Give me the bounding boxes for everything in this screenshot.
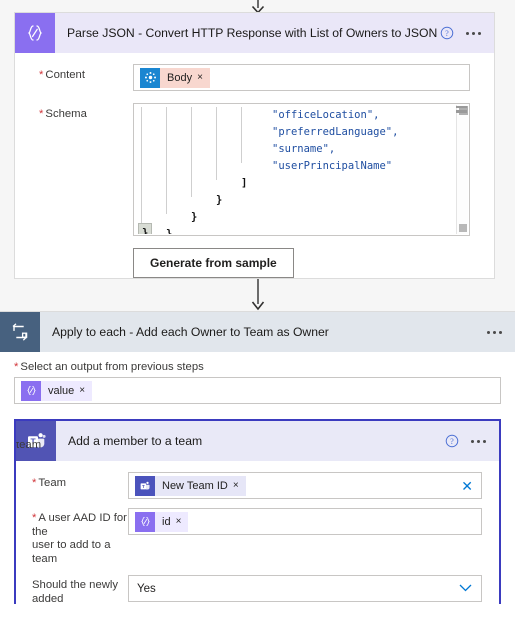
code-line-9: } bbox=[137, 223, 153, 234]
code-line-6: } bbox=[216, 194, 223, 206]
help-circle-icon[interactable]: ? bbox=[445, 434, 459, 448]
owner-label-line1: Should the newly added bbox=[32, 579, 119, 605]
apply-to-each-body: * Select an output from previous steps va… bbox=[0, 352, 515, 617]
code-line-4: "userPrincipalName" bbox=[272, 160, 393, 172]
user-aad-id-input[interactable]: id × bbox=[128, 508, 482, 535]
flow-designer-canvas: Parse JSON - Convert HTTP Response with … bbox=[0, 0, 515, 617]
owner-label-line2: user be an owner of the bbox=[32, 606, 119, 607]
generate-spacer bbox=[15, 248, 133, 252]
svg-text:T: T bbox=[142, 483, 145, 488]
token-value-remove[interactable]: × bbox=[79, 380, 93, 401]
owner-dropdown-value: Yes bbox=[137, 582, 156, 595]
add-member-card[interactable]: T Add a member to a team ? * Team T New … bbox=[14, 419, 501, 617]
required-asterisk: * bbox=[32, 512, 37, 524]
add-member-header-actions: ? bbox=[445, 434, 499, 448]
microsoft-teams-icon: T bbox=[16, 421, 56, 461]
parse-json-card-header[interactable]: Parse JSON - Convert HTTP Response with … bbox=[15, 13, 494, 53]
token-value[interactable]: value × bbox=[21, 380, 93, 401]
user-aad-id-field-row: * A user AAD ID for the user to add to a … bbox=[16, 499, 499, 566]
ellipsis-icon[interactable] bbox=[487, 325, 502, 339]
code-line-1: "officeLocation", bbox=[272, 109, 380, 121]
code-line-8: } bbox=[166, 228, 173, 234]
expression-braces-icon bbox=[135, 511, 155, 532]
resize-handle-icon[interactable] bbox=[456, 106, 467, 113]
svg-text:?: ? bbox=[450, 437, 454, 446]
schema-scroll-corner bbox=[459, 224, 467, 232]
required-asterisk: * bbox=[14, 361, 19, 373]
output-select-input[interactable]: value × bbox=[14, 377, 501, 404]
generate-button-row: Generate from sample bbox=[15, 236, 494, 278]
schema-code-editor[interactable]: "officeLocation", "preferredLanguage", "… bbox=[133, 103, 470, 236]
required-asterisk: * bbox=[39, 108, 44, 120]
add-member-title: Add a member to a team bbox=[68, 434, 203, 448]
content-field-label: * Content bbox=[39, 69, 85, 81]
user-aad-id-label-line2: user to add to a team bbox=[32, 539, 111, 565]
expression-braces-icon bbox=[15, 13, 55, 53]
azure-ad-icon bbox=[140, 67, 160, 88]
owner-dropdown[interactable]: Yes bbox=[128, 575, 482, 602]
team-field-row: * Team T New Team ID × ✕ bbox=[16, 461, 499, 499]
help-circle-icon[interactable]: ? bbox=[440, 26, 454, 40]
required-asterisk: * bbox=[39, 69, 44, 81]
loop-icon bbox=[0, 312, 40, 352]
ellipsis-icon[interactable] bbox=[471, 434, 486, 448]
owner-field-row: Should the newly added user be an owner … bbox=[16, 566, 499, 607]
team-field-wrap: T New Team ID × ✕ bbox=[128, 472, 499, 499]
parse-json-card[interactable]: Parse JSON - Convert HTTP Response with … bbox=[14, 12, 495, 279]
connector-arrow-middle bbox=[0, 279, 515, 311]
schema-field-wrap: "officeLocation", "preferredLanguage", "… bbox=[133, 103, 494, 236]
owner-label-line3-clipped: team bbox=[16, 442, 42, 448]
content-input[interactable]: Body × bbox=[133, 64, 470, 91]
schema-field-label: * Schema bbox=[39, 108, 87, 120]
token-id-remove[interactable]: × bbox=[175, 511, 189, 532]
chevron-down-icon[interactable] bbox=[459, 583, 472, 595]
team-input[interactable]: T New Team ID × ✕ bbox=[128, 472, 482, 499]
apply-to-each-card[interactable]: Apply to each - Add each Owner to Team a… bbox=[0, 311, 515, 617]
expression-braces-icon bbox=[21, 380, 41, 401]
generate-from-sample-button[interactable]: Generate from sample bbox=[133, 248, 294, 278]
token-id-label: id bbox=[155, 511, 176, 532]
generate-button-wrap: Generate from sample bbox=[133, 248, 494, 278]
token-new-team-id[interactable]: T New Team ID × bbox=[135, 475, 246, 496]
code-line-2: "preferredLanguage", bbox=[272, 126, 399, 138]
output-field-label: * Select an output from previous steps bbox=[14, 361, 204, 373]
owner-field-wrap: Yes bbox=[128, 575, 499, 602]
apply-to-each-header-actions bbox=[487, 325, 515, 339]
parse-json-title: Parse JSON - Convert HTTP Response with … bbox=[67, 26, 438, 40]
code-line-7: } bbox=[191, 211, 198, 223]
team-field-label: * Team bbox=[32, 477, 67, 489]
apply-to-each-title: Apply to each - Add each Owner to Team a… bbox=[52, 325, 329, 339]
code-line-3: "surname", bbox=[272, 143, 336, 155]
token-new-team-id-label: New Team ID bbox=[155, 475, 233, 496]
content-field-wrap: Body × bbox=[133, 64, 494, 91]
code-line-5: ] bbox=[241, 177, 248, 189]
schema-code-content[interactable]: "officeLocation", "preferredLanguage", "… bbox=[135, 105, 456, 234]
required-asterisk: * bbox=[32, 477, 37, 489]
user-aad-id-field-label: * A user AAD ID for the user to add to a … bbox=[32, 512, 127, 565]
token-body[interactable]: Body × bbox=[140, 67, 210, 88]
schema-field-row: * Schema "officeLocation", "preferredLang… bbox=[15, 91, 494, 236]
parse-json-header-actions: ? bbox=[440, 26, 494, 40]
parse-json-card-body: * Content Body × * Schema "officeLocatio… bbox=[15, 53, 494, 278]
schema-scrollbar[interactable] bbox=[456, 105, 468, 234]
content-field-row: * Content Body × bbox=[15, 53, 494, 91]
token-new-team-id-remove[interactable]: × bbox=[232, 475, 246, 496]
token-body-label: Body bbox=[160, 67, 198, 88]
token-id[interactable]: id × bbox=[135, 511, 189, 532]
apply-to-each-header[interactable]: Apply to each - Add each Owner to Team a… bbox=[0, 312, 515, 352]
svg-text:?: ? bbox=[445, 29, 449, 38]
owner-field-label: Should the newly added user be an owner … bbox=[16, 575, 128, 607]
team-clear-button[interactable]: ✕ bbox=[461, 479, 473, 493]
microsoft-teams-icon: T bbox=[135, 475, 155, 496]
token-value-label: value bbox=[41, 380, 80, 401]
user-aad-id-field-wrap: id × bbox=[128, 508, 499, 535]
add-member-body: * Team T New Team ID × ✕ * A user AAD ID… bbox=[16, 442, 499, 617]
token-body-remove[interactable]: × bbox=[197, 67, 210, 88]
ellipsis-icon[interactable] bbox=[466, 26, 481, 40]
add-member-header[interactable]: T Add a member to a team ? bbox=[16, 421, 499, 461]
